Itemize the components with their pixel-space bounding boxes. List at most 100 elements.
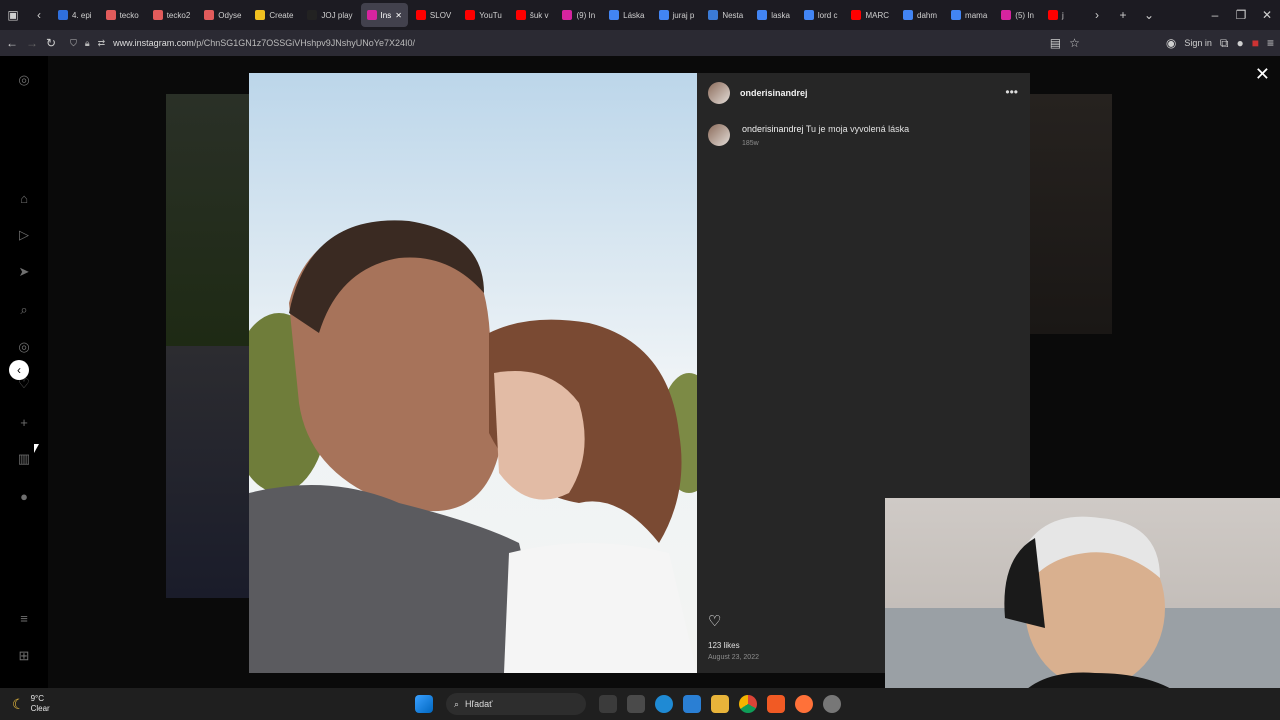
user-avatar[interactable] <box>708 82 730 104</box>
instagram-logo-icon[interactable]: ◎ <box>16 72 32 88</box>
firefox-icon[interactable] <box>795 695 813 713</box>
tab-favicon-icon <box>851 10 862 20</box>
home-icon[interactable]: ⌂ <box>16 190 32 206</box>
direct-messages-icon[interactable]: ➤ <box>16 264 32 280</box>
webcam-overlay <box>885 498 1280 720</box>
create-icon[interactable]: + <box>16 414 32 430</box>
tab-favicon-icon <box>58 10 68 20</box>
browser-tab[interactable]: MARC <box>845 3 895 27</box>
explore-icon[interactable]: ◎ <box>16 339 32 355</box>
like-heart-icon[interactable]: ♡ <box>708 612 721 630</box>
browser-tab[interactable]: (9) In <box>556 3 601 27</box>
mouse-cursor <box>34 444 39 453</box>
weather-widget[interactable]: ☾ 9°C Clear <box>0 694 410 714</box>
browser-tab[interactable]: JOJ play <box>301 3 358 27</box>
more-menu-icon[interactable]: ≡ <box>16 610 32 626</box>
search-icon[interactable]: ⌕ <box>16 302 32 318</box>
maximize-button[interactable]: ❐ <box>1228 8 1254 22</box>
background-post-thumbnail <box>166 346 249 598</box>
browser-tab[interactable]: j <box>1042 3 1070 27</box>
tab-label: YouTu <box>479 10 502 20</box>
sign-in-button[interactable]: Sign in <box>1184 38 1212 48</box>
insights-icon[interactable]: ▥ <box>16 451 32 467</box>
browser-tab[interactable]: dahm <box>897 3 943 27</box>
new-tab-button[interactable]: + <box>1110 8 1136 22</box>
browser-tab[interactable]: juraj p <box>653 3 701 27</box>
browser-tab[interactable]: Ins ✕ <box>360 3 408 27</box>
browser-nav-bar: ← → ↻ ⛉ 🔒︎ ⇄ www.instagram.com/p/ChnSG1G… <box>0 30 1280 56</box>
browser-tab[interactable]: Láska <box>603 3 650 27</box>
close-post-icon[interactable]: ✕ <box>1255 64 1270 85</box>
caption-username[interactable]: onderisinandrej <box>742 124 804 134</box>
extension-color-icon[interactable]: ● <box>1236 36 1243 50</box>
browser-tab[interactable]: tecko <box>100 3 145 27</box>
window-close-button[interactable]: ✕ <box>1254 8 1280 22</box>
also-from-meta-icon[interactable]: ⊞ <box>16 648 32 664</box>
browser-tab[interactable]: Create <box>249 3 299 27</box>
shield-icon: ⛉ <box>70 37 77 48</box>
scroll-tabs-right-icon[interactable]: › <box>1084 8 1110 22</box>
profile-avatar-icon[interactable]: ● <box>16 488 32 504</box>
previous-post-button[interactable]: ‹ <box>9 360 29 380</box>
chrome-icon[interactable] <box>739 695 757 713</box>
browser-tab[interactable]: Odyse <box>198 3 247 27</box>
extension-badge-icon[interactable]: ■ <box>1252 36 1259 50</box>
lock-icon: 🔒︎ <box>84 37 90 48</box>
tab-favicon-icon <box>562 10 573 20</box>
tab-favicon-icon <box>951 10 962 20</box>
caption-age: 185w <box>742 140 759 147</box>
tab-label: tecko <box>119 10 139 20</box>
bookmark-star-icon[interactable]: ☆ <box>1069 36 1080 50</box>
reader-view-icon[interactable]: ▤ <box>1050 36 1061 50</box>
likes-count[interactable]: 123 likes <box>708 641 740 650</box>
taskbar-search[interactable]: ⌕ Hľadať <box>446 693 586 715</box>
brave-icon[interactable] <box>767 695 785 713</box>
post-photo <box>249 73 697 673</box>
address-bar[interactable]: ⛉ 🔒︎ ⇄ www.instagram.com/p/ChnSG1GN1z7OS… <box>64 32 1042 54</box>
browser-tab[interactable]: YouTu <box>459 3 508 27</box>
close-tab-icon[interactable]: ✕ <box>395 11 402 20</box>
account-icon[interactable]: ◉ <box>1166 36 1176 50</box>
caption-avatar[interactable] <box>708 124 730 146</box>
scroll-tabs-left-icon[interactable]: ‹ <box>26 8 52 22</box>
app-menu-icon[interactable]: ≡ <box>1267 36 1274 50</box>
tab-label: Create <box>269 10 294 20</box>
extensions-icon[interactable]: ⧉ <box>1220 36 1229 51</box>
task-view-icon[interactable] <box>599 695 617 713</box>
browser-tab[interactable]: lord c <box>798 3 844 27</box>
reels-icon[interactable]: ▷ <box>16 227 32 243</box>
more-options-icon[interactable]: ••• <box>1005 85 1018 99</box>
tab-favicon-icon <box>1047 10 1058 20</box>
post-username[interactable]: onderisinandrej <box>740 88 808 98</box>
browser-tab[interactable]: (5) In <box>995 3 1040 27</box>
back-icon[interactable]: ← <box>6 36 18 50</box>
browser-tab[interactable]: laska <box>751 3 796 27</box>
browser-tab[interactable]: 4. epi <box>52 3 98 27</box>
tab-label: tecko2 <box>166 10 191 20</box>
edge-icon[interactable] <box>655 695 673 713</box>
tab-label: SLOV <box>429 10 452 20</box>
weather-condition: Clear <box>30 704 50 713</box>
tab-strip: 4. epi tecko tecko2 Odyse Create JOJ play Ins ✕… <box>52 3 1084 27</box>
tab-list-icon[interactable]: ▣ <box>0 8 26 22</box>
tab-overflow-icon[interactable]: ⌄ <box>1136 8 1162 22</box>
browser-tab[interactable]: tecko2 <box>147 3 197 27</box>
forward-icon[interactable]: → <box>26 36 38 50</box>
file-explorer-icon[interactable] <box>711 695 729 713</box>
browser-tab[interactable]: šuk v <box>510 3 555 27</box>
tab-favicon-icon <box>757 10 768 20</box>
browser-tab[interactable]: Nesta <box>702 3 749 27</box>
weather-temperature: 9°C <box>30 694 44 703</box>
tab-favicon-icon <box>105 10 116 20</box>
browser-tab[interactable]: mama <box>945 3 993 27</box>
browser-tab[interactable]: SLOV <box>410 3 457 27</box>
app-icon-2[interactable] <box>823 695 841 713</box>
tab-label: j <box>1061 10 1064 20</box>
start-button[interactable] <box>415 695 433 713</box>
url-path: /p/ChnSG1GN1z7OSSGiVHshpv9JNshyUNoYe7X24… <box>193 38 415 48</box>
tab-favicon-icon <box>255 10 266 20</box>
microsoft-store-icon[interactable] <box>627 695 645 713</box>
minimize-button[interactable]: – <box>1202 8 1228 22</box>
reload-icon[interactable]: ↻ <box>46 36 56 50</box>
app-icon[interactable] <box>683 695 701 713</box>
